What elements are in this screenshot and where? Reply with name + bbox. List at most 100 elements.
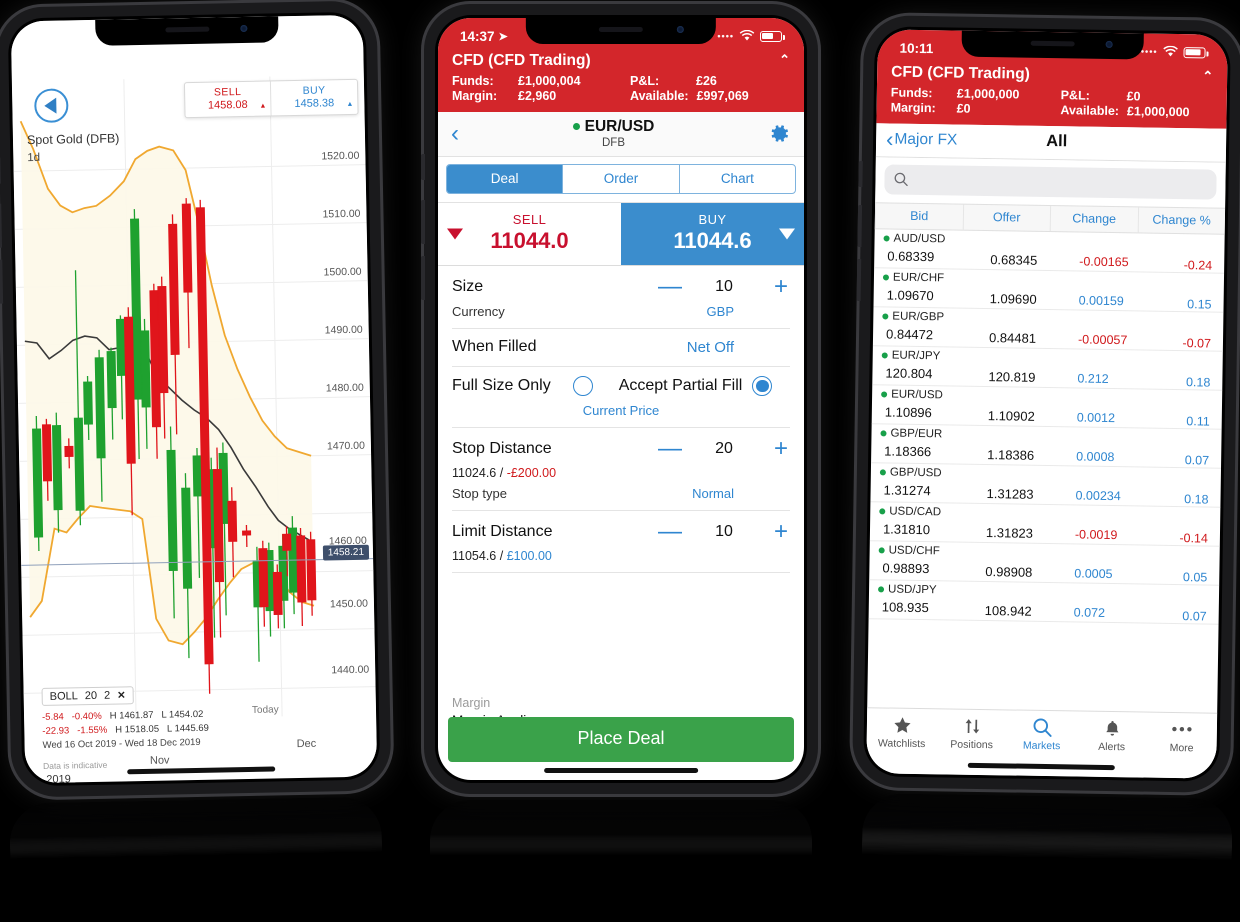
chart-deal-pill[interactable]: SELL 1458.08 ▲ BUY 1458.38 ▲: [183, 78, 359, 119]
row-bid[interactable]: 1.10896: [885, 404, 932, 420]
stop-value[interactable]: 20: [702, 440, 746, 458]
column-bid[interactable]: Bid: [874, 203, 964, 230]
column-change[interactable]: Change: [1050, 205, 1139, 233]
y-tick: 1450.00: [329, 597, 369, 611]
row-offer[interactable]: 1.31823: [986, 525, 1033, 541]
table-row[interactable]: EUR/GBP 0.84472 0.84481 -0.00057 -0.07: [872, 307, 1224, 352]
table-row[interactable]: USD/CHF 0.98893 0.98908 0.0005 0.05: [869, 541, 1220, 586]
row-change: 0.0008: [1076, 449, 1115, 464]
margin-value: £0: [956, 101, 971, 116]
indicator-chip-boll[interactable]: BOLL 20 2 ✕: [41, 686, 134, 706]
size-decrement-button[interactable]: —: [658, 275, 682, 299]
currency-row[interactable]: Currency GBP: [438, 304, 804, 328]
row-offer[interactable]: 1.09690: [990, 291, 1037, 307]
mockup-stage: SELL 1458.08 ▲ BUY 1458.38 ▲ Spot Gold (…: [0, 0, 1240, 922]
limit-decrement-button[interactable]: —: [658, 520, 682, 544]
column-change-pct[interactable]: Change %: [1138, 207, 1225, 233]
row-offer[interactable]: 1.18386: [987, 447, 1034, 463]
size-value[interactable]: 10: [702, 278, 746, 296]
row-bid[interactable]: 0.84472: [886, 326, 933, 342]
current-price-link[interactable]: Current Price: [438, 400, 804, 427]
row-bid[interactable]: 1.18366: [884, 443, 931, 459]
accept-partial-fill-radio[interactable]: [752, 376, 773, 396]
when-filled-row[interactable]: When Filled Net Off: [438, 329, 804, 366]
account-summary[interactable]: CFD (CFD Trading) ⌃ Funds: £1,000,004 P&…: [438, 48, 804, 112]
location-icon: ➤: [498, 30, 508, 43]
row-bid[interactable]: 0.98893: [882, 560, 929, 576]
stop-type-row[interactable]: Stop type Normal: [438, 483, 804, 510]
row-bid[interactable]: 1.31810: [883, 521, 930, 537]
row-instrument: GBP/USD: [879, 466, 942, 479]
stop-increment-button[interactable]: +: [772, 437, 790, 461]
y-tick: 1510.00: [322, 207, 361, 221]
column-offer[interactable]: Offer: [963, 204, 1052, 231]
row-bid[interactable]: 0.68339: [887, 248, 934, 264]
full-size-only-radio[interactable]: [572, 376, 593, 396]
table-row[interactable]: EUR/JPY 120.804 120.819 0.212 0.18: [872, 346, 1223, 391]
sell-button[interactable]: SELL 11044.0: [438, 203, 621, 265]
limit-level: 11054.6 /: [452, 549, 507, 563]
row-instrument: AUD/USD: [883, 232, 945, 245]
watchlist-title: All: [1046, 132, 1068, 151]
row-offer[interactable]: 1.10902: [988, 408, 1035, 424]
gear-icon[interactable]: [768, 122, 791, 145]
table-row[interactable]: USD/CAD 1.31810 1.31823 -0.0019 -0.14: [869, 502, 1221, 547]
row-bid[interactable]: 1.31274: [884, 482, 931, 498]
status-time: 14:37: [460, 28, 495, 44]
tab-watchlists[interactable]: Watchlists: [866, 713, 937, 774]
search-input[interactable]: [884, 164, 1217, 200]
row-offer[interactable]: 0.98908: [985, 564, 1032, 580]
market-status-dot: [878, 586, 885, 593]
table-row[interactable]: AUD/USD 0.68339 0.68345 -0.00165 -0.24: [874, 229, 1225, 274]
row-offer[interactable]: 0.84481: [989, 330, 1036, 346]
tab-deal[interactable]: Deal: [447, 165, 564, 193]
margin-row: Margin: £2,960: [452, 89, 620, 103]
price-buttons: SELL 11044.0 BUY 11044.6: [438, 202, 804, 266]
chevron-up-icon[interactable]: ⌃: [1202, 68, 1213, 86]
back-to-major-fx-button[interactable]: ‹ Major FX: [885, 126, 958, 152]
instrument-name: EUR/USD: [584, 118, 655, 135]
row-change-pct: -0.14: [1179, 530, 1209, 546]
close-icon[interactable]: ✕: [117, 690, 126, 701]
markets-screen: 10:11 •••• CFD (CFD Trading) ⌃ Funds: £1…: [866, 29, 1228, 779]
row-bid[interactable]: 1.09670: [887, 287, 934, 303]
stop-decrement-button[interactable]: —: [658, 437, 682, 461]
table-row[interactable]: EUR/USD 1.10896 1.10902 0.0012 0.11: [871, 385, 1223, 430]
chart-buy-button[interactable]: BUY 1458.38 ▲: [271, 80, 358, 116]
instrument-info[interactable]: EUR/USD DFB: [459, 118, 768, 149]
row-bid[interactable]: 120.804: [885, 365, 932, 381]
row-instrument: EUR/JPY: [881, 349, 940, 362]
table-row[interactable]: GBP/USD 1.31274 1.31283 0.00234 0.18: [870, 463, 1222, 508]
place-deal-button[interactable]: Place Deal: [448, 717, 794, 762]
back-chevron-icon[interactable]: ‹: [451, 121, 459, 146]
row-offer[interactable]: 120.819: [988, 369, 1035, 385]
chart-sell-button[interactable]: SELL 1458.08 ▲: [184, 81, 272, 118]
currency-label: Currency: [452, 304, 505, 319]
buy-button[interactable]: BUY 11044.6: [621, 203, 804, 265]
row-bid[interactable]: 108.935: [882, 599, 929, 615]
chart-resolution[interactable]: 1d: [27, 152, 40, 164]
tab-chart[interactable]: Chart: [680, 165, 795, 193]
size-increment-button[interactable]: +: [772, 275, 790, 299]
table-row[interactable]: EUR/CHF 1.09670 1.09690 0.00159 0.15: [873, 268, 1225, 313]
row-instrument: GBP/EUR: [880, 427, 942, 440]
limit-value[interactable]: 10: [702, 523, 746, 541]
watchlist-nav: ‹ Major FX All: [875, 123, 1227, 163]
row-offer[interactable]: 108.942: [985, 603, 1032, 619]
row-instrument: USD/JPY: [878, 583, 937, 596]
row-offer[interactable]: 0.68345: [990, 252, 1037, 268]
chevron-up-icon[interactable]: ⌃: [779, 52, 790, 70]
sell-price: 11044.0: [490, 228, 569, 253]
limit-increment-button[interactable]: +: [772, 520, 790, 544]
account-summary[interactable]: CFD (CFD Trading) ⌃ Funds: £1,000,000 P&…: [876, 59, 1227, 128]
legend-high-period: H 1518.05: [115, 723, 160, 736]
price-chart[interactable]: [10, 14, 378, 782]
table-row[interactable]: USD/JPY 108.935 108.942 0.072 0.07: [868, 580, 1220, 625]
tab-order[interactable]: Order: [563, 165, 680, 193]
home-indicator[interactable]: [544, 768, 698, 773]
tab-more[interactable]: More: [1146, 718, 1217, 779]
back-chevron-icon: ‹: [885, 126, 894, 152]
table-row[interactable]: GBP/EUR 1.18366 1.18386 0.0008 0.07: [871, 424, 1222, 469]
row-offer[interactable]: 1.31283: [986, 486, 1033, 502]
stop-level: 11024.6 /: [452, 466, 507, 480]
